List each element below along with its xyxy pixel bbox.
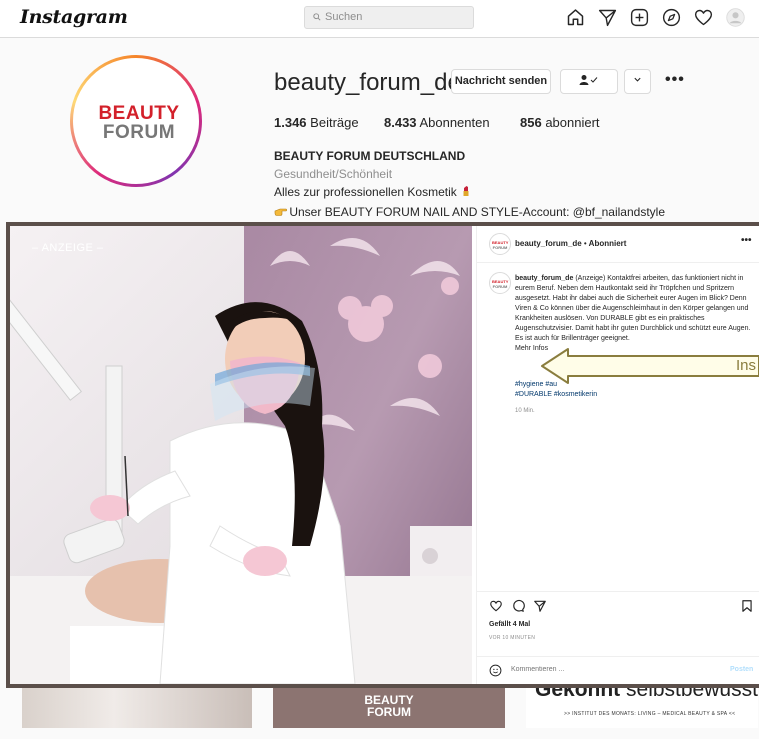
grid-post-1[interactable] [22, 682, 252, 728]
instagram-logo[interactable]: Instagram [20, 6, 128, 28]
chevron-down-icon [634, 77, 641, 82]
following-label: abonniert [545, 115, 600, 130]
user-check-icon [579, 75, 598, 85]
caption-text: (Anzeige) Kontaktfrei arbeiten, das funk… [515, 275, 751, 342]
post-photo-illustration [10, 226, 472, 684]
search-box[interactable]: Suchen [304, 6, 474, 29]
comment-icon[interactable] [511, 599, 525, 613]
bio-text-2: Unser BEAUTY FORUM NAIL AND STYLE-Accoun… [289, 205, 665, 219]
post-header: BEAUTY FORUM beauty_forum_de • Abonniert… [477, 226, 759, 263]
follow-state[interactable]: Abonniert [589, 239, 627, 248]
nav-icons [565, 7, 746, 28]
following-count: 856 [520, 115, 542, 130]
likes-count[interactable]: Gefällt 4 Mal [489, 621, 530, 628]
activity-heart-icon[interactable] [693, 7, 714, 28]
lipstick-emoji-icon [460, 185, 472, 197]
search-placeholder: Suchen [325, 11, 363, 23]
share-icon[interactable] [533, 599, 547, 613]
grid-post-3-subtitle: >> INSTITUT DES MONATS: LIVING – MEDICAL… [564, 711, 736, 717]
post-author-line: beauty_forum_de • Abonniert [515, 239, 626, 248]
grid-post-3[interactable]: Gekonnt selbstbewusst >> INSTITUT DES MO… [526, 678, 758, 728]
comment-bar: Posten [477, 656, 759, 684]
avatar-logo: BEAUTY FORUM [73, 58, 199, 184]
comment-input[interactable] [511, 666, 711, 673]
post-comment-button[interactable]: Posten [730, 666, 753, 673]
callout-arrow-shape [541, 348, 759, 384]
profile-stats: 1.346 Beiträge 8.433 Abonnenten 856 abon… [274, 115, 600, 130]
post-actions: Gefällt 4 Mal VOR 10 MINUTEN [477, 591, 759, 655]
post-sidebar: BEAUTY FORUM beauty_forum_de • Abonniert… [476, 226, 759, 684]
post-modal: – ANZEIGE – BEAUTY FORUM beauty_forum_de… [6, 222, 759, 688]
profile-options-icon[interactable]: ••• [665, 71, 685, 89]
pointing-hand-emoji-icon [274, 205, 288, 217]
profile-bio-line1: Alles zur professionellen Kosmetik [274, 185, 472, 199]
separator-dot: • [583, 239, 587, 248]
mini-avatar-line2: FORUM [492, 245, 508, 250]
caption-time: 10 Min. [515, 408, 535, 414]
callout-text: Ins [736, 357, 757, 374]
hashtags-line2[interactable]: #DURABLE #kosmetikerin [515, 391, 597, 398]
emoji-smiley-icon[interactable] [489, 664, 502, 677]
ad-label: – ANZEIGE – [32, 242, 104, 254]
followers-label: Abonnenten [419, 115, 490, 130]
avatar-logo-line2: FORUM [102, 122, 176, 143]
post-options-icon[interactable]: ••• [741, 235, 752, 246]
send-message-button[interactable]: Nachricht senden [451, 69, 551, 94]
post-caption: beauty_forum_de (Anzeige) Kontaktfrei ar… [515, 274, 755, 354]
posts-count: 1.346 [274, 115, 307, 130]
post-author-avatar[interactable]: BEAUTY FORUM [489, 233, 511, 255]
new-post-icon[interactable] [629, 7, 650, 28]
post-author-name[interactable]: beauty_forum_de [515, 239, 582, 248]
grid-post-2-line2: FORUM [367, 705, 411, 719]
profile-avatar[interactable]: BEAUTY FORUM [70, 55, 202, 187]
like-heart-icon[interactable] [489, 599, 503, 613]
caption-author-avatar[interactable]: BEAUTY FORUM [489, 272, 511, 294]
profile-category: Gesundheit/Schönheit [274, 167, 393, 181]
profile-username: beauty_forum_de [274, 69, 461, 96]
post-timestamp: VOR 10 MINUTEN [489, 635, 536, 641]
search-icon [313, 13, 321, 21]
post-image[interactable]: – ANZEIGE – [10, 226, 472, 684]
followers-count: 8.433 [384, 115, 417, 130]
suggestions-dropdown-button[interactable] [624, 69, 651, 94]
top-navigation: Instagram Suchen [0, 0, 759, 38]
grid-post-2[interactable]: BEAUTY FORUM [273, 682, 505, 728]
profile-full-name: BEAUTY FORUM DEUTSCHLAND [274, 149, 466, 163]
home-icon[interactable] [565, 7, 586, 28]
profile-bio-line2: Unser BEAUTY FORUM NAIL AND STYLE-Accoun… [274, 205, 665, 219]
caption-author[interactable]: beauty_forum_de [515, 275, 573, 282]
bio-text-1: Alles zur professionellen Kosmetik [274, 185, 457, 199]
profile-avatar-icon[interactable] [725, 7, 746, 28]
following-stat[interactable]: 856 abonniert [520, 115, 600, 130]
explore-icon[interactable] [661, 7, 682, 28]
caption-avatar-line2: FORUM [492, 284, 508, 289]
following-button[interactable] [560, 69, 618, 94]
posts-stat: 1.346 Beiträge [274, 115, 384, 130]
direct-icon[interactable] [597, 7, 618, 28]
action-icons [489, 599, 547, 613]
posts-label: Beiträge [310, 115, 359, 130]
instagram-callout-arrow: Ins [540, 347, 759, 385]
followers-stat[interactable]: 8.433 Abonnenten [384, 115, 520, 130]
bookmark-icon[interactable] [740, 599, 754, 613]
